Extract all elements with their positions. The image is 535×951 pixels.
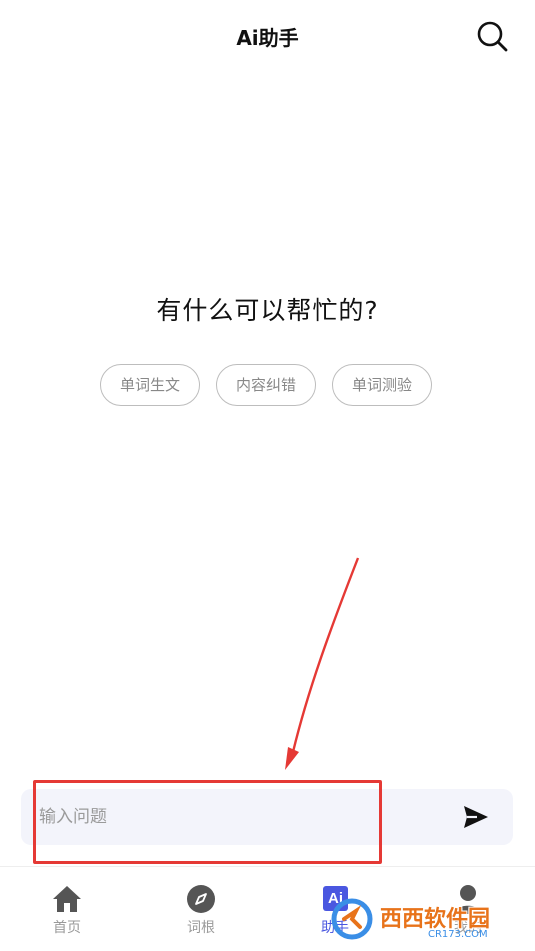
suggestion-chip-word-quiz[interactable]: 单词测验 — [332, 364, 432, 406]
tab-profile-label: 我的 — [454, 920, 482, 936]
tab-assistant[interactable]: Ai 助手 — [268, 867, 402, 951]
suggestion-chip-word-story[interactable]: 单词生文 — [100, 364, 200, 406]
suggestion-chip-content-correction[interactable]: 内容纠错 — [216, 364, 316, 406]
user-icon — [454, 885, 482, 914]
tab-roots[interactable]: 词根 — [134, 867, 268, 951]
tab-home-label: 首页 — [53, 920, 81, 936]
question-composer — [21, 789, 513, 845]
suggestion-chips: 单词生文 内容纠错 单词测验 — [100, 364, 440, 408]
send-button[interactable] — [461, 803, 491, 831]
tab-home[interactable]: 首页 — [0, 867, 134, 951]
page-title: Ai助手 — [236, 26, 299, 50]
compass-icon — [187, 885, 215, 913]
top-bar: Ai助手 — [0, 0, 535, 72]
greeting-heading: 有什么可以帮忙的? — [156, 296, 379, 325]
question-input[interactable] — [39, 789, 439, 845]
search-icon — [477, 21, 508, 52]
tab-roots-label: 词根 — [187, 920, 215, 936]
bottom-tab-bar: 首页 词根 Ai 助手 我的 — [0, 867, 535, 951]
tab-assistant-label: 助手 — [321, 920, 349, 936]
send-icon — [464, 806, 488, 828]
ai-badge: Ai — [323, 886, 348, 911]
ai-icon: Ai — [319, 883, 351, 915]
tab-profile[interactable]: 我的 — [401, 867, 535, 951]
home-icon — [53, 886, 81, 912]
search-button[interactable] — [474, 18, 510, 54]
